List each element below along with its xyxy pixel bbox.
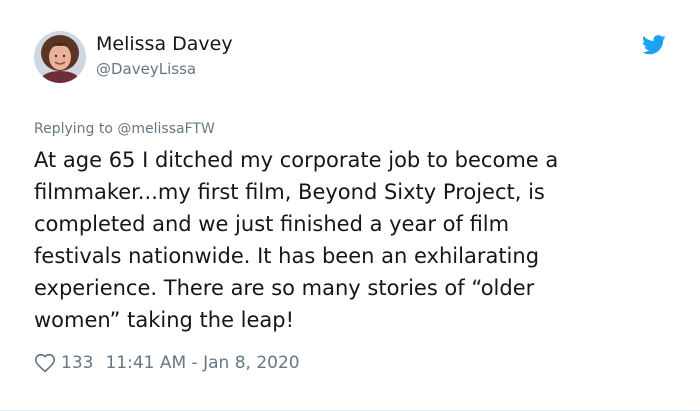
user-handle[interactable]: @DaveyLissa <box>96 59 196 79</box>
tweet-text-line: experience. There are so many stories of… <box>34 276 535 300</box>
reply-prefix: Replying to <box>34 121 113 137</box>
timestamp-link[interactable]: 11:41 AM - Jan 8, 2020 <box>105 353 299 373</box>
tweet-footer: 133 11:41 AM - Jan 8, 2020 <box>34 351 300 375</box>
twitter-bird-icon[interactable] <box>641 35 666 55</box>
reply-context: Replying to @melissaFTW <box>34 119 215 139</box>
avatar[interactable] <box>34 31 86 83</box>
avatar-image <box>34 31 86 83</box>
tweet-card: Melissa Davey @DaveyLissa Replying to @m… <box>0 0 700 411</box>
tweet-text-line: festivals nationwide. It has been an exh… <box>34 244 540 268</box>
tweet-text-line: women” taking the leap! <box>34 308 295 332</box>
tweet-text: At age 65 I ditched my corporate job to … <box>34 144 654 336</box>
tweet-text-line: completed and we just finished a year of… <box>34 212 510 236</box>
display-name[interactable]: Melissa Davey <box>96 32 233 56</box>
like-count[interactable]: 133 <box>61 353 93 373</box>
tweet-text-line: At age 65 I ditched my corporate job to … <box>34 148 559 172</box>
tweet-text-line: filmmaker...my first film, Beyond Sixty … <box>34 180 545 204</box>
heart-icon[interactable] <box>34 352 56 374</box>
reply-target-link[interactable]: @melissaFTW <box>117 121 214 137</box>
